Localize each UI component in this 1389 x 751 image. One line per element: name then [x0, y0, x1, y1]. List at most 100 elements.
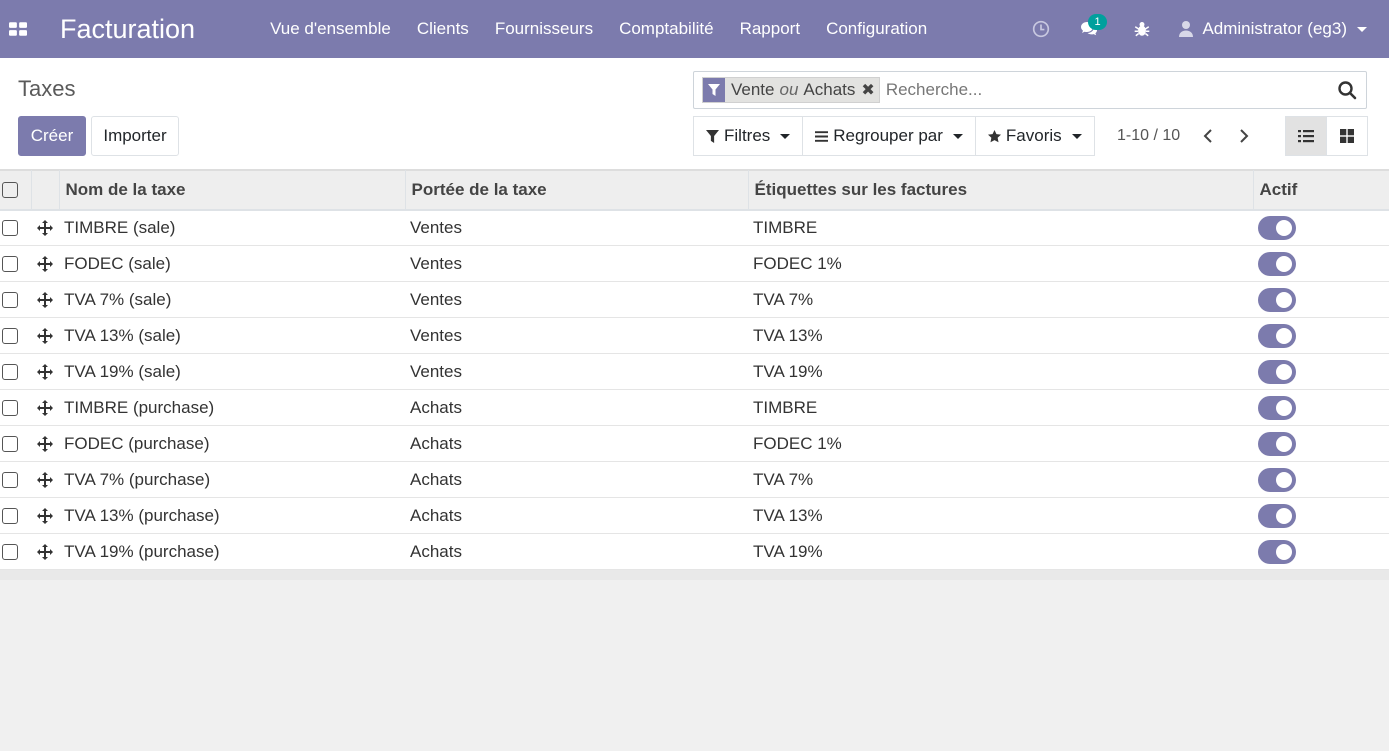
- table-row[interactable]: TVA 13% (sale) Ventes TVA 13%: [0, 318, 1389, 354]
- drag-handle-icon[interactable]: [31, 210, 59, 246]
- menu-item-customers[interactable]: Clients: [404, 19, 482, 39]
- row-checkbox[interactable]: [0, 246, 31, 282]
- groupby-dropdown[interactable]: Regrouper par: [802, 116, 976, 156]
- filters-dropdown[interactable]: Filtres: [693, 116, 804, 156]
- drag-handle-icon[interactable]: [31, 246, 59, 282]
- row-checkbox[interactable]: [0, 498, 31, 534]
- invoice-label-cell: FODEC 1%: [753, 253, 842, 273]
- column-header-labels[interactable]: Étiquettes sur les factures: [747, 170, 1253, 210]
- tax-name-cell: TVA 13% (sale): [64, 325, 181, 345]
- drag-handle-icon[interactable]: [31, 354, 59, 390]
- column-header-name[interactable]: Nom de la taxe: [58, 170, 405, 210]
- active-toggle[interactable]: [1258, 287, 1296, 312]
- user-icon: [1179, 21, 1194, 37]
- favorites-dropdown[interactable]: Favoris: [974, 116, 1095, 156]
- tax-name-cell: TVA 7% (sale): [64, 289, 172, 309]
- search-facet: Vente ou Achats ✖: [702, 77, 880, 103]
- drag-handle-icon[interactable]: [31, 390, 59, 426]
- row-checkbox[interactable]: [0, 426, 31, 462]
- active-toggle[interactable]: [1258, 359, 1296, 384]
- table-row[interactable]: TVA 19% (sale) Ventes TVA 19%: [0, 354, 1389, 390]
- drag-handle-icon[interactable]: [31, 462, 59, 498]
- active-toggle[interactable]: [1258, 251, 1296, 276]
- active-cell: [1253, 282, 1389, 318]
- pager-value[interactable]: 1-10 / 10: [1117, 127, 1180, 145]
- tax-scope-cell: Ventes: [410, 325, 462, 345]
- tax-name-cell: FODEC (purchase): [64, 433, 210, 453]
- taxes-table: Nom de la taxe Portée de la taxe Étiquet…: [0, 170, 1389, 570]
- invoice-label-cell: TVA 7%: [753, 289, 814, 309]
- tax-scope-cell: Achats: [410, 433, 462, 453]
- clock-icon[interactable]: [1022, 0, 1060, 58]
- active-cell: [1253, 390, 1389, 426]
- active-toggle[interactable]: [1258, 323, 1296, 348]
- facet-values: Vente ou Achats: [725, 78, 861, 102]
- table-row[interactable]: TVA 19% (purchase) Achats TVA 19%: [0, 534, 1389, 570]
- tax-scope-cell: Achats: [410, 397, 462, 417]
- menu-item-accounting[interactable]: Comptabilité: [606, 19, 727, 39]
- bars-icon: [815, 130, 829, 142]
- user-menu[interactable]: Administrator (eg3): [1166, 19, 1389, 39]
- active-toggle[interactable]: [1258, 395, 1296, 420]
- row-checkbox[interactable]: [0, 390, 31, 426]
- tax-scope-cell: Ventes: [410, 217, 462, 237]
- table-row[interactable]: TIMBRE (sale) Ventes TIMBRE: [0, 210, 1389, 246]
- import-button[interactable]: Importer: [91, 116, 179, 156]
- select-all-checkbox[interactable]: [0, 171, 31, 210]
- chevron-right-icon[interactable]: [1226, 116, 1262, 156]
- kanban-view-icon[interactable]: [1326, 116, 1368, 156]
- menu-item-configuration[interactable]: Configuration: [813, 19, 940, 39]
- column-header-active[interactable]: Actif: [1252, 170, 1389, 210]
- drag-handle-icon[interactable]: [31, 318, 59, 354]
- tax-name-cell: TIMBRE (purchase): [64, 397, 215, 417]
- search-input[interactable]: [879, 80, 1328, 100]
- search-icon[interactable]: [1328, 80, 1366, 100]
- apps-icon[interactable]: [0, 0, 36, 58]
- drag-handle-icon[interactable]: [31, 498, 59, 534]
- menu-item-vendors[interactable]: Fournisseurs: [482, 19, 606, 39]
- drag-handle-icon[interactable]: [31, 282, 59, 318]
- control-panel: Taxes Créer Importer Vente ou Achats ✖ F…: [0, 58, 1389, 170]
- tax-name-cell: TIMBRE (sale): [64, 217, 176, 237]
- menu-item-reporting[interactable]: Rapport: [727, 19, 813, 39]
- active-toggle[interactable]: [1258, 539, 1296, 564]
- app-brand[interactable]: Facturation: [60, 14, 195, 45]
- active-cell: [1253, 534, 1389, 570]
- table-row[interactable]: TIMBRE (purchase) Achats TIMBRE: [0, 390, 1389, 426]
- top-navbar: Facturation Vue d'ensemble Clients Fourn…: [0, 0, 1389, 58]
- main-menu: Vue d'ensemble Clients Fournisseurs Comp…: [257, 0, 940, 58]
- row-checkbox[interactable]: [0, 462, 31, 498]
- active-toggle[interactable]: [1258, 503, 1296, 528]
- active-toggle[interactable]: [1258, 467, 1296, 492]
- close-icon[interactable]: ✖: [861, 78, 878, 102]
- tax-name-cell: TVA 19% (sale): [64, 361, 181, 381]
- tax-scope-cell: Achats: [410, 505, 462, 525]
- table-header-row: Nom de la taxe Portée de la taxe Étiquet…: [0, 170, 1389, 210]
- row-checkbox[interactable]: [0, 354, 31, 390]
- chat-icon[interactable]: 1: [1066, 0, 1112, 58]
- facet-separator: ou: [779, 80, 799, 99]
- active-toggle[interactable]: [1258, 431, 1296, 456]
- table-row[interactable]: TVA 7% (purchase) Achats TVA 7%: [0, 462, 1389, 498]
- list-view-icon[interactable]: [1285, 116, 1327, 156]
- row-checkbox[interactable]: [0, 210, 31, 246]
- groupby-label: Regrouper par: [833, 126, 943, 145]
- active-toggle[interactable]: [1258, 215, 1296, 240]
- chevron-left-icon[interactable]: [1190, 116, 1226, 156]
- column-header-scope[interactable]: Portée de la taxe: [404, 170, 748, 210]
- create-button[interactable]: Créer: [18, 116, 86, 156]
- table-row[interactable]: TVA 13% (purchase) Achats TVA 13%: [0, 498, 1389, 534]
- row-checkbox[interactable]: [0, 282, 31, 318]
- user-name: Administrator (eg3): [1202, 19, 1347, 38]
- table-row[interactable]: TVA 7% (sale) Ventes TVA 7%: [0, 282, 1389, 318]
- drag-handle-icon[interactable]: [31, 534, 59, 570]
- row-checkbox[interactable]: [0, 534, 31, 570]
- table-row[interactable]: FODEC (sale) Ventes FODEC 1%: [0, 246, 1389, 282]
- invoice-label-cell: TVA 19%: [753, 541, 823, 561]
- table-row[interactable]: FODEC (purchase) Achats FODEC 1%: [0, 426, 1389, 462]
- menu-item-overview[interactable]: Vue d'ensemble: [257, 19, 404, 39]
- row-checkbox[interactable]: [0, 318, 31, 354]
- drag-handle-icon[interactable]: [31, 426, 59, 462]
- bug-icon[interactable]: [1126, 0, 1158, 58]
- chevron-down-icon: [952, 133, 963, 139]
